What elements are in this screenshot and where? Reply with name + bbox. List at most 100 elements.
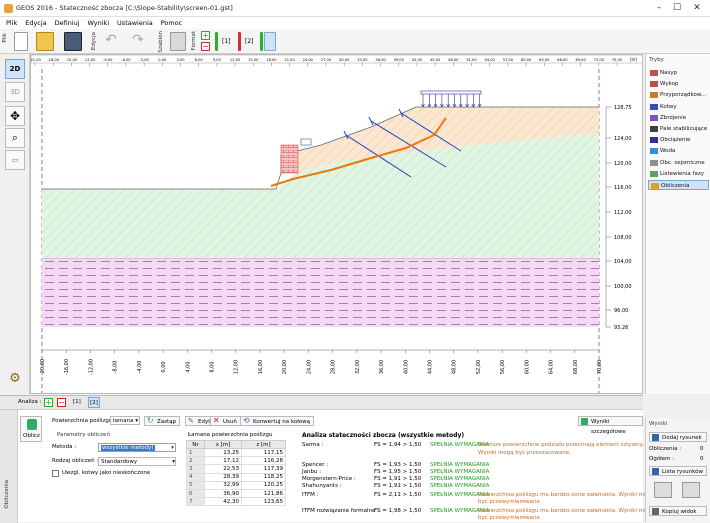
small-structure <box>300 138 312 146</box>
calculate-button[interactable]: Oblicz <box>20 416 42 442</box>
print-export-icon[interactable] <box>682 482 700 498</box>
minimize-icon[interactable]: – <box>652 2 666 14</box>
table-row[interactable]: 1 13,25 117,15 <box>186 447 286 458</box>
x-axis-label: 28,00 <box>331 360 337 374</box>
table-row[interactable]: 4 28,39 118,25 <box>186 472 286 482</box>
menu-edycja[interactable]: Edycja <box>25 19 46 27</box>
mode-item-label: Obliczenia <box>661 183 690 189</box>
mode-item[interactable]: Kotwy <box>648 102 709 112</box>
table-cell: 13,25 <box>203 447 243 458</box>
view-3d-button[interactable]: 3D <box>5 82 25 102</box>
table-cell: 32,99 <box>203 480 243 490</box>
x-axis: -20,00 -16,00 -12,00 -8,00 -4,00 0,00 4,00 8,00… <box>40 350 603 375</box>
analysis-tab-1[interactable]: [1] <box>73 399 81 405</box>
calc-side-label: Obliczenia <box>4 480 10 509</box>
menu-ustawienia[interactable]: Ustawienia <box>117 19 153 27</box>
ruler-tick-label: 60,00 <box>521 58 532 62</box>
load-arrow <box>465 94 469 108</box>
table-row[interactable]: 7 42,30 123,65 <box>186 497 286 507</box>
zoom-icon[interactable]: ⌕ <box>5 128 25 148</box>
ruler-tick-label: 3,00 <box>176 58 185 62</box>
redo-icon[interactable]: ↷ <box>130 32 146 51</box>
ruler-tick-label: -18,00 <box>47 58 59 62</box>
menu-plik[interactable]: Plik <box>6 19 17 27</box>
ruler-tick-label: 21,00 <box>284 58 295 62</box>
load-arrow <box>452 94 457 108</box>
col-z: z [m] <box>241 440 286 449</box>
table-row[interactable]: 2 17,12 116,28 <box>186 456 286 466</box>
move-icon[interactable]: ✥ <box>5 106 25 126</box>
result-ok: SPEŁNIA WYMAGANIA <box>430 469 490 475</box>
save-icon[interactable] <box>64 32 82 51</box>
calc-side-tab[interactable]: Obliczenia <box>0 410 18 523</box>
figure-list-button[interactable]: Lista rysunków <box>649 466 707 476</box>
remove-analysis-icon[interactable]: − <box>57 398 66 407</box>
menu-definiuj[interactable]: Definiuj <box>55 19 80 27</box>
anchors-checkbox[interactable] <box>52 470 59 477</box>
add-stage-icon[interactable]: + <box>201 31 210 40</box>
method-select[interactable]: wszystkie metody) ▾ <box>98 443 176 452</box>
table-row[interactable]: 6 36,90 121,86 <box>186 488 286 499</box>
mode-item[interactable]: Pale stabilizujące <box>648 124 709 134</box>
window-title: GEOS 2016 - Stateczność zbocza [C:\Slope… <box>16 4 233 12</box>
calculate-icon <box>27 419 37 430</box>
close-icon[interactable]: ✕ <box>690 2 704 14</box>
replace-button[interactable]: ↻ Zastąp <box>144 416 181 426</box>
table-cell: 116,28 <box>241 456 286 466</box>
new-file-icon[interactable] <box>14 32 28 51</box>
ruler-tick-label: -6,00 <box>121 58 131 62</box>
add-figure-button[interactable]: Dodaj rysunek <box>649 432 707 442</box>
model-canvas[interactable]: -21,00 -18,00 -15,00 -12,00 -9,00 -6,00 -3,00 0… <box>30 54 643 394</box>
view-2d-button[interactable]: 2D <box>5 59 25 79</box>
mode-item[interactable]: Zbrojenie <box>648 113 709 123</box>
ruler-tick-label: 39,00 <box>394 58 405 62</box>
stage-2-marker <box>260 32 263 51</box>
detailed-results-button[interactable]: Wyniki szczegółowe <box>578 416 643 435</box>
open-folder-icon[interactable] <box>36 32 54 51</box>
mode-item[interactable]: Woda <box>648 146 709 156</box>
outputs-title: Wyniki <box>649 421 668 427</box>
zoom-region-icon[interactable]: ▭ <box>5 150 25 170</box>
mode-item[interactable]: Nasyp <box>648 68 709 78</box>
delete-button[interactable]: ✕ Usuń <box>210 416 241 426</box>
stage-1-button[interactable]: [1] <box>222 32 234 51</box>
mode-item-icon <box>650 81 658 88</box>
add-analysis-icon[interactable]: + <box>44 398 53 407</box>
calc-type-select[interactable]: Standardowy ▾ <box>98 457 176 466</box>
table-cell: 36,90 <box>203 488 243 499</box>
result-row: Sarma : FS = 1,94 > 1,50 SPEŁNIA WYMAGANIA… <box>302 442 644 450</box>
convert-circular-button[interactable]: ⟲ Konwertuj na kołową <box>240 416 315 426</box>
stage-2-button[interactable]: [2] <box>245 32 257 51</box>
table-row[interactable]: 3 22,53 117,39 <box>186 464 286 474</box>
gabion-wall <box>280 144 299 174</box>
elevation-label: 112,00 <box>614 210 632 216</box>
table-row[interactable]: 5 32,99 120,25 <box>186 480 286 490</box>
copy-view-button[interactable]: Kopiuj widok <box>649 506 707 516</box>
title-bar: GEOS 2016 - Stateczność zbocza [C:\Slope… <box>0 0 710 17</box>
ruler-tick-label: 33,00 <box>357 58 368 62</box>
menu-pomoc[interactable]: Pomoc <box>161 19 183 27</box>
mode-item[interactable]: Wykop <box>648 79 709 89</box>
menu-wyniki[interactable]: Wyniki <box>87 19 109 27</box>
active-stage-indicator[interactable] <box>264 32 276 51</box>
surface-select[interactable]: łamana ▾ <box>110 416 140 425</box>
settings-gear-icon[interactable]: ⚙ <box>5 370 25 390</box>
result-ok: SPEŁNIA WYMAGANIA <box>430 462 490 468</box>
result-note: być przewymiarowane. <box>478 515 542 521</box>
print-icon[interactable] <box>654 482 672 498</box>
polyline-title: Łamana powierzchnia poślizgu <box>188 432 273 438</box>
mode-item-icon <box>650 137 658 144</box>
undo-icon[interactable]: ↶ <box>103 32 119 51</box>
mode-item[interactable]: Listewienia fazy <box>648 169 709 179</box>
analysis-tab-2[interactable]: [2] <box>88 397 100 408</box>
remove-stage-icon[interactable]: − <box>201 42 210 51</box>
mode-item[interactable]: Obciążenie <box>648 135 709 145</box>
mode-item-icon <box>650 70 658 76</box>
mode-item[interactable]: Przyporządkow... <box>648 90 709 100</box>
mode-item[interactable]: Obliczenia <box>648 180 709 190</box>
maximize-icon[interactable]: ☐ <box>670 2 684 14</box>
template-icon[interactable] <box>170 32 186 51</box>
mode-item[interactable]: Obc. sejsmiczne <box>648 158 709 168</box>
x-axis-label: 64,00 <box>549 360 555 374</box>
method-label: Metoda : <box>52 444 77 450</box>
